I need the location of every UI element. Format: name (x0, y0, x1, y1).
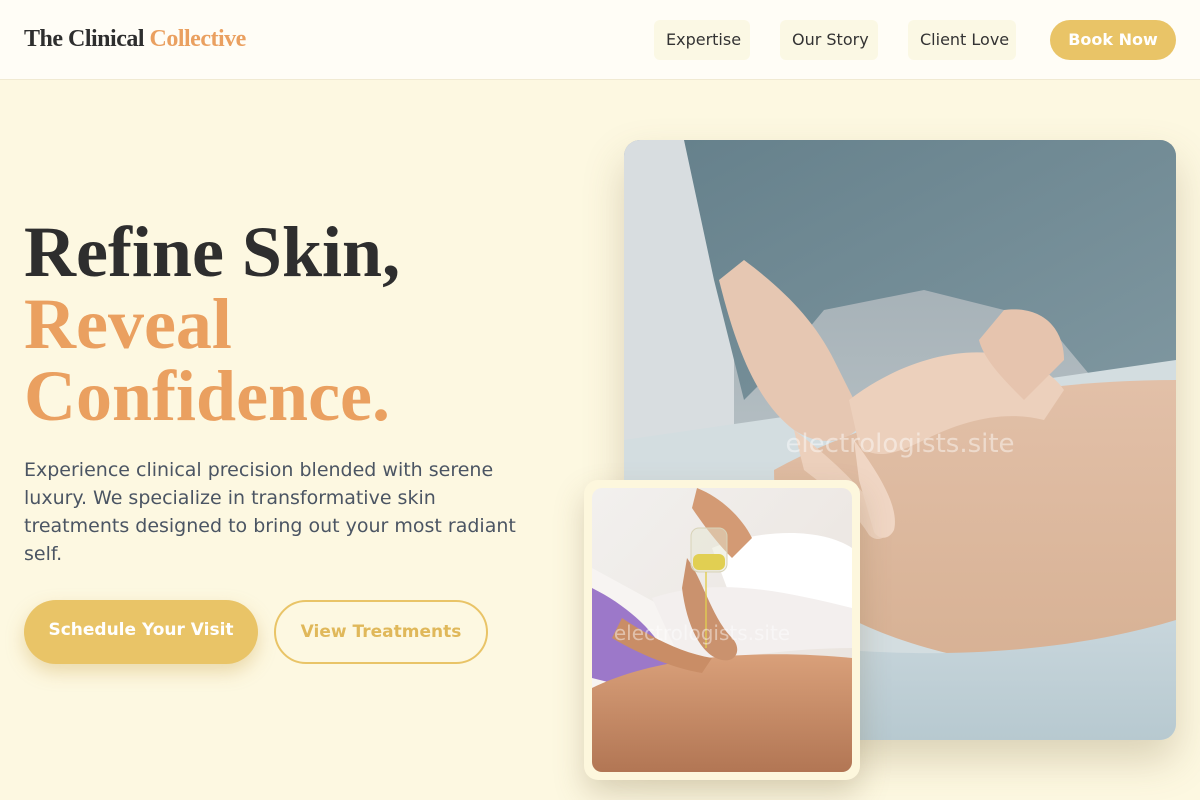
nav-link-client-love[interactable]: Client Love (908, 20, 1016, 60)
view-treatments-button[interactable]: View Treatments (274, 600, 488, 664)
headline-line-3: Confidence. (24, 356, 390, 436)
watermark-main: electrologists.site (785, 429, 1014, 459)
site-header: The Clinical Collective Expertise Our St… (0, 0, 1200, 80)
brand-name-accent: Collective (149, 26, 247, 52)
nav-link-our-story[interactable]: Our Story (780, 20, 878, 60)
brand-name-main: The Clinical (24, 26, 145, 52)
oil-massage-photo-frame: electrologists.site (584, 480, 860, 780)
oil-massage-photo: electrologists.site (592, 488, 852, 772)
brand-logo[interactable]: The Clinical Collective (24, 26, 246, 53)
headline-line-1: Refine Skin, (24, 212, 401, 292)
book-now-button[interactable]: Book Now (1050, 20, 1176, 60)
watermark-small: electrologists.site (614, 621, 790, 645)
headline-line-2: Reveal (24, 284, 232, 364)
hero-headline: Refine Skin, Reveal Confidence. (24, 216, 400, 432)
schedule-visit-button[interactable]: Schedule Your Visit (24, 600, 258, 664)
hero-description: Experience clinical precision blended wi… (24, 459, 516, 565)
nav-link-expertise[interactable]: Expertise (654, 20, 750, 60)
